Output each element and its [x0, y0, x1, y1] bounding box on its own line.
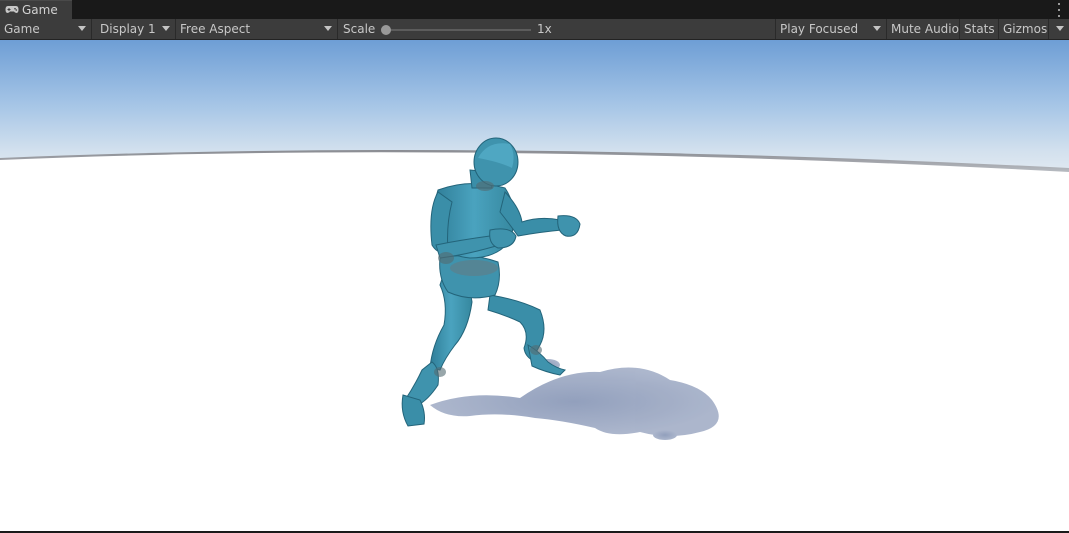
play-mode-dropdown[interactable]: Play Focused — [776, 19, 887, 39]
chevron-down-icon — [162, 26, 170, 31]
game-toolbar: Game Display 1 Free Aspect Scale 1x Play… — [0, 19, 1069, 40]
gamepad-icon — [5, 3, 19, 17]
more-options-icon[interactable] — [1057, 3, 1061, 17]
game-viewport[interactable] — [0, 40, 1069, 531]
chevron-down-icon — [324, 26, 332, 31]
stats-label: Stats — [964, 22, 995, 36]
aspect-dropdown[interactable]: Free Aspect — [176, 19, 338, 39]
mute-audio-button[interactable]: Mute Audio — [887, 19, 960, 39]
display-dropdown[interactable]: Display 1 — [92, 19, 176, 39]
stats-button[interactable]: Stats — [960, 19, 999, 39]
scale-slider-handle[interactable] — [381, 25, 391, 35]
mute-audio-label: Mute Audio — [891, 22, 959, 36]
view-mode-dropdown[interactable]: Game — [0, 19, 92, 39]
tab-title: Game — [22, 3, 58, 17]
scene-render — [0, 40, 1069, 531]
scale-slider-track[interactable] — [385, 29, 531, 31]
chevron-down-icon — [1056, 26, 1064, 31]
scale-label: Scale — [343, 22, 376, 36]
view-mode-label: Game — [4, 22, 40, 36]
gizmos-button[interactable]: Gizmos — [999, 19, 1049, 39]
gizmos-dropdown[interactable] — [1049, 19, 1069, 39]
tab-game[interactable]: Game — [0, 0, 72, 19]
chevron-down-icon — [78, 26, 86, 31]
chevron-down-icon — [873, 26, 881, 31]
tab-bar: Game — [0, 0, 1069, 19]
scale-value: 1x — [537, 22, 552, 36]
play-mode-label: Play Focused — [780, 22, 859, 36]
aspect-label: Free Aspect — [180, 22, 251, 36]
gizmos-label: Gizmos — [1003, 22, 1048, 36]
display-label: Display 1 — [100, 22, 156, 36]
